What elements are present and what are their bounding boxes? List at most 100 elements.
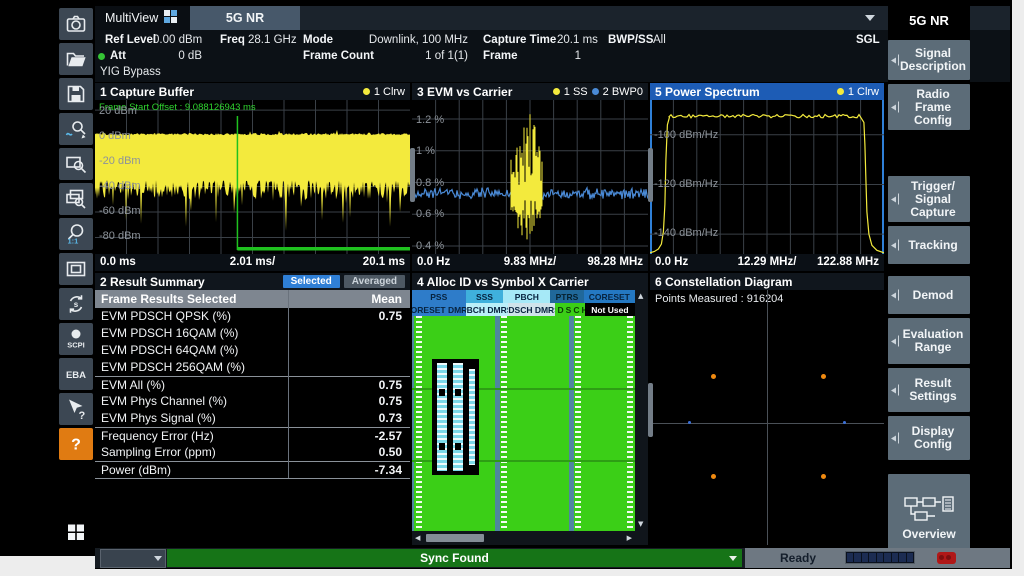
window-alloc-id[interactable]: 4 Alloc ID vs Symbol X Carrier PSSSSSPBC… <box>412 273 648 545</box>
constellation-point <box>843 421 846 424</box>
evm-titlebar: 3 EVM vs Carrier 1 SS 2 BWP0 <box>412 83 648 100</box>
legend-pbch-dmrs: PBCH DMRS <box>466 303 508 316</box>
alloc-legend-row2: CORESET DMRSPBCH DMRSPDSCH DMRSPDSCHNot … <box>412 303 635 316</box>
status-dropdown[interactable] <box>100 549 166 568</box>
tab-5g-nr[interactable]: 5G NR <box>190 6 300 30</box>
camera-button[interactable] <box>59 8 93 40</box>
att-value: 0 dB <box>160 50 202 62</box>
legend-pdsch-dmrs: PDSCH DMRS <box>508 303 555 316</box>
freq-value: 28.1 GHz <box>248 34 297 46</box>
svg-text:1:1: 1:1 <box>68 237 79 246</box>
open-folder-button[interactable] <box>59 43 93 75</box>
y-tick: -20 dBm <box>99 155 141 167</box>
window-power-spectrum[interactable]: 5 Power Spectrum 1 Clrw -100 dBm/Hz -120… <box>650 83 884 271</box>
scroll-down-icon[interactable]: ▼ <box>638 521 643 528</box>
help-pointer-icon: ? <box>64 397 88 421</box>
att-status-led <box>98 53 105 60</box>
points-measured-label: Points Measured : 916204 <box>655 293 783 305</box>
vertical-scrollbar[interactable]: ▲ ▼ <box>635 290 648 531</box>
window-splitter-handle[interactable] <box>648 148 653 202</box>
measurement-progress-bar <box>845 551 915 564</box>
legend-ptrs: PTRS <box>550 290 583 303</box>
constellation-point <box>821 374 826 379</box>
scroll-up-icon[interactable]: ▲ <box>638 293 643 300</box>
sweep-refresh-icon: s <box>64 292 88 316</box>
zoom-1to1-button[interactable]: 1:1 <box>59 218 93 250</box>
softkey-column: 5G NR Signal DescriptionRadio Frame Conf… <box>888 0 970 576</box>
window-constellation[interactable]: 6 Constellation Diagram Points Measured … <box>650 273 884 545</box>
windows-start-button[interactable] <box>59 516 93 548</box>
zoom-trace-button[interactable] <box>59 113 93 145</box>
trace1-dot-icon <box>553 88 560 95</box>
softkey-radio-frame-config[interactable]: Radio Frame Config <box>888 84 970 130</box>
sweep-refresh-button[interactable]: s <box>59 288 93 320</box>
softkey-tracking[interactable]: Tracking <box>888 226 970 264</box>
help-button[interactable]: ? <box>59 428 93 460</box>
softkey-overview[interactable]: Overview <box>888 474 970 550</box>
svg-text:SCPI: SCPI <box>67 341 85 350</box>
result-row-evm-all: EVM All (%)0.75 <box>95 376 410 394</box>
softkey-trigger-signal-capture[interactable]: Trigger/ Signal Capture <box>888 176 970 222</box>
y-tick: 1.2 % <box>416 114 444 126</box>
softkey-demod[interactable]: Demod <box>888 276 970 314</box>
scpi-icon: SCPI <box>64 327 88 351</box>
scroll-left-icon[interactable]: ◀ <box>415 535 420 542</box>
left-toolbar: 1:1 s SCPI EBA?? <box>57 0 95 556</box>
result-row-evm-pdsch-16qam: EVM PDSCH 16QAM (%) <box>95 325 410 342</box>
tab-selected[interactable]: Selected <box>283 275 340 288</box>
horizontal-scrollbar[interactable]: ◀ ▶ <box>412 531 648 545</box>
trace2-dot-icon <box>592 88 599 95</box>
save-button[interactable] <box>59 78 93 110</box>
window-splitter-handle[interactable] <box>410 148 415 202</box>
capture-buffer-titlebar: 1 Capture Buffer 1 Clrw <box>95 83 410 100</box>
ready-status: Ready <box>780 551 816 565</box>
window-splitter-handle[interactable] <box>648 383 653 437</box>
power-spectrum-legend: 1 Clrw <box>837 86 879 98</box>
result-row-power-dbm: Power (dBm)-7.34 <box>95 461 410 479</box>
window-evm-vs-carrier[interactable]: 3 EVM vs Carrier 1 SS 2 BWP0 1.2 % 1 % 0… <box>412 83 648 271</box>
multi-zoom-button[interactable] <box>59 183 93 215</box>
window-capture-buffer[interactable]: 1 Capture Buffer 1 Clrw Frame Start Offs… <box>95 83 410 271</box>
y-tick: 0.8 % <box>416 177 444 189</box>
ssb-block <box>432 359 479 475</box>
y-tick: -60 dBm <box>99 205 141 217</box>
display-frame-button[interactable] <box>59 253 93 285</box>
result-row-evm-pdsch-64qam: EVM PDSCH 64QAM (%) <box>95 342 410 359</box>
tab-averaged[interactable]: Averaged <box>344 275 405 288</box>
freq-label: Freq <box>220 34 245 46</box>
scroll-right-icon[interactable]: ▶ <box>627 535 632 542</box>
y-tick: 0.4 % <box>416 240 444 252</box>
scpi-button[interactable]: SCPI <box>59 323 93 355</box>
save-icon <box>64 82 88 106</box>
tab-list-dropdown-icon[interactable] <box>865 15 875 21</box>
single-sweep-badge: SGL <box>856 34 880 46</box>
display-frame-icon <box>64 257 88 281</box>
softkey-arrow-icon <box>891 194 899 205</box>
message-dropdown-icon[interactable] <box>729 556 737 561</box>
eba-button[interactable]: EBA <box>59 358 93 390</box>
alloc-legend-row1: PSSSSSPBCHPTRSCORESET <box>412 290 635 303</box>
softkey-arrow-icon <box>891 336 899 347</box>
legend-sss: SSS <box>466 290 504 303</box>
softkey-evaluation-range[interactable]: Evaluation Range <box>888 318 970 364</box>
constellation-point <box>711 474 716 479</box>
window-result-summary[interactable]: 2 Result Summary Selected Averaged Frame… <box>95 273 410 545</box>
svg-text:s: s <box>74 300 79 309</box>
frame-label: Frame <box>483 50 518 62</box>
legend-pdsch: PDSCH <box>555 303 585 316</box>
instrument-screen: 1:1sSCPIEBA?? MultiView 5G NR Ref Level … <box>0 0 1024 576</box>
constellation-point <box>821 474 826 479</box>
channel-tab-bar: MultiView 5G NR <box>95 6 1010 30</box>
softkey-display-config[interactable]: Display Config <box>888 416 970 460</box>
svg-text:?: ? <box>71 437 81 454</box>
frame-value: 1 <box>540 50 581 62</box>
softkey-signal-description[interactable]: Signal Description <box>888 40 970 80</box>
result-row-evm-phys-channel: EVM Phys Channel (%)0.75 <box>95 393 410 410</box>
overview-flowchart-icon <box>903 483 955 525</box>
mode-value: Downlink, 100 MHz <box>365 34 468 46</box>
scrollbar-thumb[interactable] <box>426 534 484 542</box>
zoom-area-button[interactable] <box>59 148 93 180</box>
help-pointer-button[interactable]: ? <box>59 393 93 425</box>
softkey-result-settings[interactable]: Result Settings <box>888 368 970 412</box>
q-axis <box>650 423 884 424</box>
